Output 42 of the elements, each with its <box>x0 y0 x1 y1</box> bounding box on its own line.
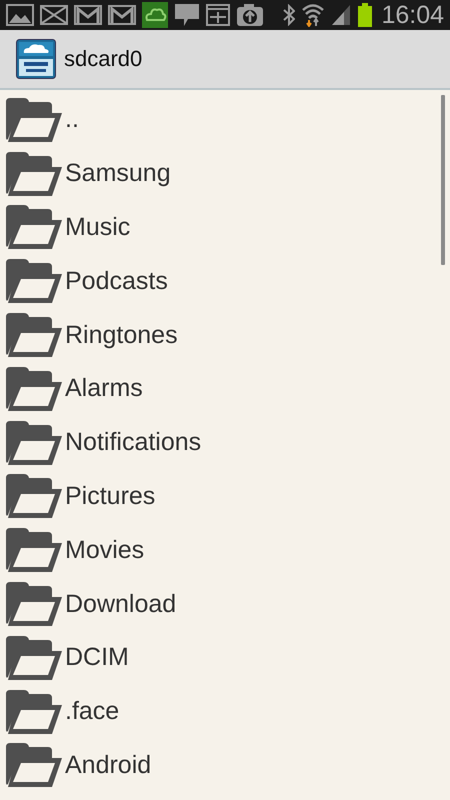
folder-name[interactable]: Android <box>65 750 152 780</box>
folder-name[interactable]: .face <box>65 697 120 726</box>
chat-icon <box>174 3 200 27</box>
signal-icon <box>331 4 352 26</box>
folder-icon <box>4 581 64 628</box>
upload-icon <box>236 3 264 27</box>
folder-name[interactable]: Podcasts <box>65 266 168 296</box>
bluetooth-icon <box>283 4 296 26</box>
folder-icon <box>4 742 64 788</box>
gmail-icon <box>108 4 136 26</box>
folder-name[interactable]: Ringtones <box>65 320 178 350</box>
folder-name[interactable]: Pictures <box>65 482 156 511</box>
folder-name[interactable]: Alarms <box>65 374 143 404</box>
folder-icon <box>4 634 64 681</box>
folder-name[interactable]: Movies <box>65 536 144 565</box>
folder-icon <box>4 420 64 466</box>
gmail-icon <box>74 4 102 26</box>
folder-icon <box>4 204 64 250</box>
folder-icon <box>4 527 64 574</box>
calendar-icon <box>206 4 230 26</box>
folder-icon <box>4 473 64 520</box>
folder-icon <box>4 96 64 143</box>
folder-name[interactable]: Download <box>65 590 176 619</box>
folder-path-title: sdcard0 <box>64 46 142 72</box>
cloud-icon <box>142 2 168 28</box>
gallery-icon <box>6 3 34 27</box>
folder-icon <box>4 366 64 412</box>
folder-name[interactable]: Samsung <box>65 159 171 188</box>
folder-icon <box>4 312 64 358</box>
app-logo-icon[interactable] <box>16 39 56 79</box>
folder-name[interactable]: Notifications <box>65 428 202 458</box>
clock-time: 16:04 <box>381 0 444 30</box>
folder-icon <box>4 258 64 304</box>
folder-name[interactable]: .. <box>65 105 79 134</box>
mail-icon <box>40 4 68 26</box>
folder-icon <box>4 150 64 197</box>
scrollbar[interactable] <box>441 95 445 265</box>
battery-icon <box>357 3 374 27</box>
wifi-icon <box>301 3 326 27</box>
folder-icon <box>4 688 64 735</box>
folder-name[interactable]: Music <box>65 212 130 242</box>
folder-name[interactable]: DCIM <box>65 643 129 672</box>
